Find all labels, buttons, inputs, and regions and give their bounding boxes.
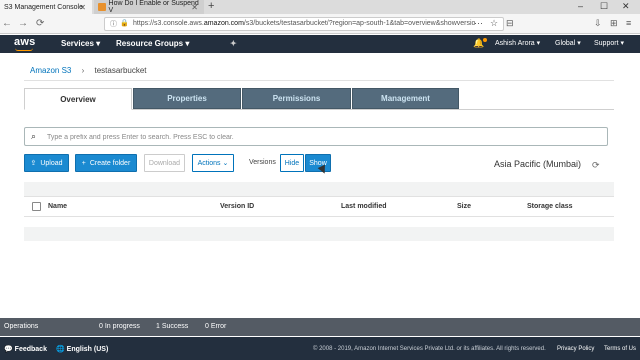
feedback-link[interactable]: 💬 Feedback xyxy=(4,345,47,353)
divider xyxy=(24,80,614,81)
back-icon[interactable]: ← xyxy=(2,17,12,31)
tab-management[interactable]: Management xyxy=(352,88,459,109)
close-icon[interactable]: ✕ xyxy=(191,3,198,12)
browser-nav-bar: ← → ⟳ https://s3.console.aws.amazon.com/… xyxy=(0,14,640,34)
column-storage-class[interactable]: Storage class xyxy=(527,203,573,210)
breadcrumb-amazon-s3[interactable]: Amazon S3 xyxy=(30,66,71,75)
aws-logo-smile-icon xyxy=(15,48,33,51)
globe-icon: 🌐 xyxy=(56,346,65,353)
region-menu[interactable]: Global ▾ xyxy=(555,39,581,47)
breadcrumb: Amazon S3 › testasarbucket xyxy=(30,66,147,75)
upload-icon: ⇪ xyxy=(30,160,37,167)
table-toolbar-strip xyxy=(24,182,614,196)
downloads-icon[interactable]: ⇩ xyxy=(594,18,602,29)
notification-dot xyxy=(483,38,487,42)
column-name[interactable]: Name xyxy=(48,203,67,210)
browser-tab-bar: S3 Management Console ✕ How Do I Enable … xyxy=(0,0,640,14)
chevron-down-icon: ▾ xyxy=(577,40,581,47)
search-input[interactable] xyxy=(47,131,597,143)
column-size[interactable]: Size xyxy=(457,203,471,210)
prefix-search[interactable]: ⌕ xyxy=(24,127,608,146)
services-menu[interactable]: Services ▾ xyxy=(61,39,100,48)
url-domain: amazon.com xyxy=(203,20,244,27)
page-actions-icon[interactable]: ⋯ xyxy=(474,18,483,29)
lock-icon: 🔒 xyxy=(120,20,129,27)
pin-icon[interactable]: ✦ xyxy=(230,39,237,48)
reload-icon[interactable]: ⟳ xyxy=(36,17,44,31)
versions-label: Versions xyxy=(249,159,276,166)
minimize-icon[interactable]: – xyxy=(578,0,583,13)
download-button: Download xyxy=(144,154,185,172)
table-footer-strip xyxy=(24,227,614,241)
url-prefix: https://s3.console.aws. xyxy=(133,20,204,27)
select-all-checkbox[interactable] xyxy=(32,202,41,211)
close-icon[interactable]: ✕ xyxy=(79,3,86,12)
plus-icon: + xyxy=(81,159,86,167)
pocket-icon[interactable]: ⊟ xyxy=(506,18,514,29)
new-tab-button[interactable]: + xyxy=(208,0,214,13)
chevron-down-icon: ▾ xyxy=(96,39,101,48)
url-suffix: /s3/buckets/testasarbucket/?region=ap-so… xyxy=(243,20,476,27)
hide-versions-button[interactable]: Hide xyxy=(280,154,304,172)
window-close-icon[interactable]: ✕ xyxy=(622,0,630,13)
tab-overview[interactable]: Overview xyxy=(24,88,132,110)
forward-icon[interactable]: → xyxy=(18,17,28,31)
bookmark-star-icon[interactable]: ☆ xyxy=(490,18,498,29)
objects-table-header: Name Version ID Last modified Size Stora… xyxy=(24,196,614,217)
refresh-icon[interactable]: ⟳ xyxy=(592,160,600,171)
tab-properties[interactable]: Properties xyxy=(133,88,241,109)
actions-dropdown[interactable]: Actions ⌄ xyxy=(192,154,234,172)
chevron-down-icon: ▾ xyxy=(536,40,541,47)
privacy-policy-link[interactable]: Privacy Policy xyxy=(557,346,594,352)
chevron-down-icon: ⌄ xyxy=(222,160,229,167)
support-menu[interactable]: Support ▾ xyxy=(594,39,624,47)
resource-groups-menu[interactable]: Resource Groups ▾ xyxy=(116,39,189,48)
search-icon: ⌕ xyxy=(31,131,37,141)
copyright-text: © 2008 - 2019, Amazon Internet Services … xyxy=(313,346,546,352)
language-selector[interactable]: 🌐 English (US) xyxy=(56,345,108,353)
error-count: 0 Error xyxy=(205,323,227,330)
aws-logo[interactable]: aws xyxy=(14,36,35,48)
operations-label: Operations xyxy=(4,323,39,330)
bucket-region: Asia Pacific (Mumbai) xyxy=(494,159,582,169)
upload-button[interactable]: ⇪ Upload xyxy=(24,154,69,172)
breadcrumb-separator: › xyxy=(81,66,85,75)
breadcrumb-bucket: testasarbucket xyxy=(94,66,147,75)
console-footer: 💬 Feedback 🌐 English (US) © 2008 - 2019,… xyxy=(0,337,640,360)
terms-link[interactable]: Terms of Us xyxy=(604,346,636,352)
tab-title: S3 Management Console xyxy=(4,3,83,11)
operations-bar[interactable]: Operations 0 In progress 1 Success 0 Err… xyxy=(0,318,640,336)
create-folder-button[interactable]: + Create folder xyxy=(75,154,137,172)
column-last-modified[interactable]: Last modified xyxy=(341,203,387,210)
aws-favicon-icon xyxy=(98,3,106,11)
library-icon[interactable]: ⊞ xyxy=(610,18,618,29)
address-bar[interactable]: https://s3.console.aws.amazon.com/s3/buc… xyxy=(104,17,504,31)
tab-permissions[interactable]: Permissions xyxy=(242,88,351,109)
chevron-down-icon: ▾ xyxy=(620,40,624,47)
success-count: 1 Success xyxy=(156,323,189,330)
chevron-down-icon: ▾ xyxy=(185,39,190,48)
aws-top-nav: aws Services ▾ Resource Groups ▾ ✦ 🔔 Ash… xyxy=(0,35,640,53)
browser-tab-how-do-i[interactable]: How Do I Enable or Suspend V ✕ xyxy=(94,0,204,14)
maximize-icon[interactable]: ☐ xyxy=(600,0,608,13)
bucket-tabs: Overview Properties Permissions Manageme… xyxy=(24,88,614,110)
account-menu[interactable]: Ashish Arora ▾ xyxy=(495,39,540,47)
tab-title: How Do I Enable or Suspend V xyxy=(108,0,199,14)
browser-tab-s3-console[interactable]: S3 Management Console ✕ xyxy=(0,0,92,14)
info-icon[interactable]: ⓘ xyxy=(110,19,117,29)
in-progress-count: 0 In progress xyxy=(99,323,140,330)
column-version-id[interactable]: Version ID xyxy=(220,203,254,210)
menu-icon[interactable]: ≡ xyxy=(626,18,631,28)
speech-bubble-icon: 💬 xyxy=(4,346,13,353)
